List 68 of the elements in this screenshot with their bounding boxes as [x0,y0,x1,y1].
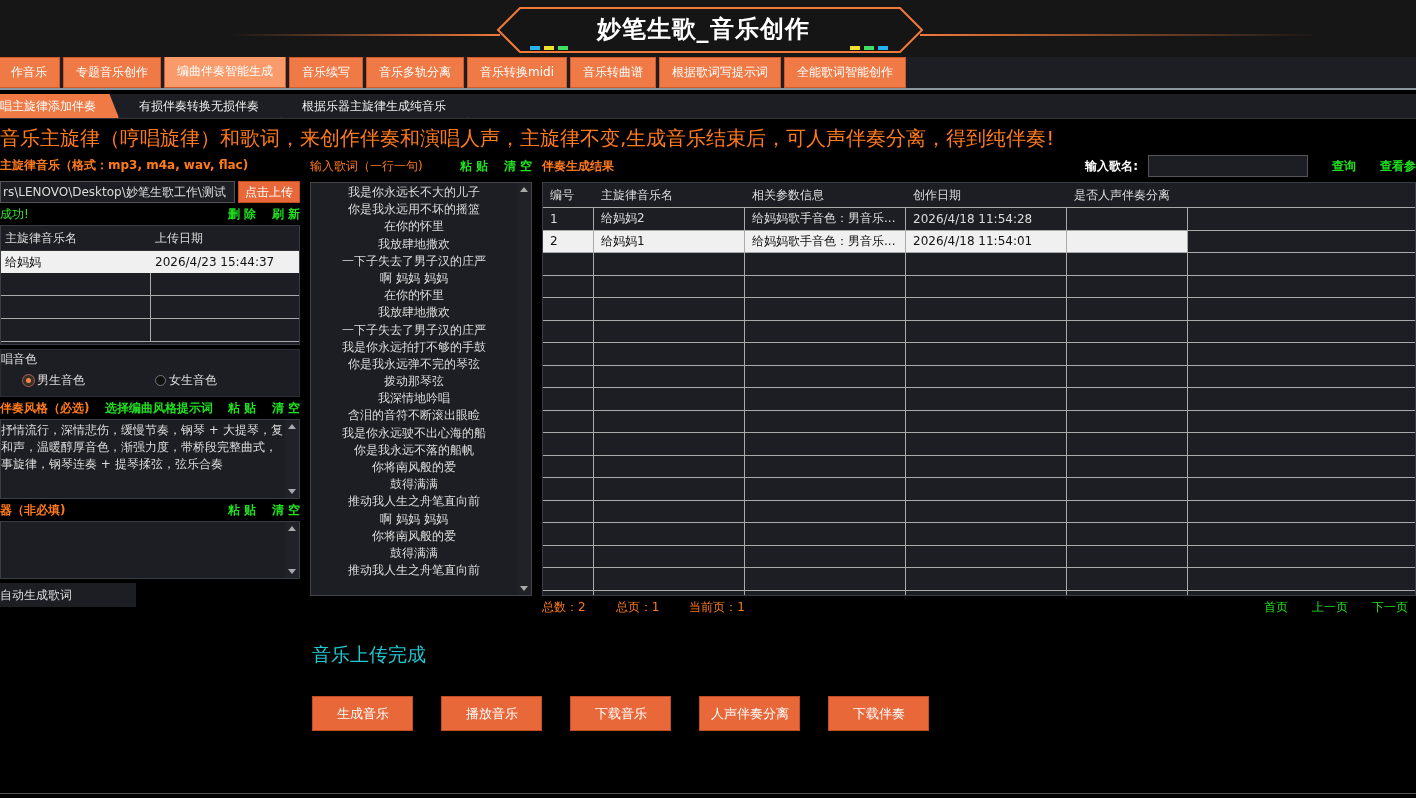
section-label: 伴奏风格（必选) [0,399,90,417]
action-link[interactable]: 清 空 [271,501,300,519]
action-link[interactable]: 删 除 [227,205,256,223]
table-row[interactable]: 1 给妈妈2 给妈妈歌手音色：男音乐... 2026/4/18 11:54:28 [543,207,1415,230]
table-cell: 2026/4/18 11:54:28 [906,208,1067,230]
column-header: 上传日期 [154,229,204,247]
radio-option[interactable]: 女生音色 [155,371,217,389]
column-header: 主旋律音乐名 [4,229,78,247]
section-label: 输入歌词（一行一句) [310,157,423,175]
scroll-down-icon[interactable] [520,586,528,591]
table-cell-text: 2026/4/23 15:44:37 [154,255,276,269]
status-message: 音乐上传完成 [312,642,427,667]
scrollbar[interactable] [517,183,531,595]
pager-link[interactable]: 首页 [1264,598,1288,616]
table-cell: 给妈妈歌手音色：男音乐... [745,208,906,230]
table-cell: 2026/4/18 11:54:01 [906,230,1067,252]
scroll-down-icon[interactable] [288,569,296,574]
lyrics-text-area[interactable]: 我是你永远长不大的儿子 你是我永远用不坏的摇篮 在你的怀里 我放肆地撒欢 一下子失去了男子汉的庄严 啊 妈妈 妈妈 在你的怀里 我放肆地撒欢 一下子失去了男子汉的庄严 我是你永远拍打不够的手鼓 你是我永远弹不完的琴弦 拨动那琴弦 我深情地吟唱 含泪的音符不断滚出眼睑 我是你永远驶不出心海的船 你是我永远不落的船帆 你将南风般的爱 鼓得满满 推动我人生之舟笔直向前 啊 妈妈 妈妈 你将南风般的爱 鼓得满满 推动我人生之舟笔直向前 [310,182,532,596]
action-link[interactable]: 粘 贴 [228,399,257,417]
action-link[interactable]: 粘 贴 [459,157,488,175]
scroll-down-icon[interactable] [288,489,296,494]
sub-tab[interactable]: 根据乐器主旋律生成纯音乐 [282,94,469,118]
style-text-area[interactable]: 抒情流行，深情悲伤，缓慢节奏，钢琴 + 大提琴，复 和声，温暖醇厚音色，渐强力度，带桥段完整曲式， 事旋律，钢琴连奏 + 提琴揉弦，弦乐合奏 [0,419,300,499]
column-header: 相关参数信息 [751,186,825,204]
column-header: 创作日期 [912,186,962,204]
status-text: 成功! [0,205,29,223]
section-label: 器（非必填) [0,501,66,519]
scroll-up-icon[interactable] [288,424,296,429]
radio-icon[interactable] [23,374,34,386]
pager-link[interactable]: 下一页 [1372,598,1408,616]
scroll-up-icon[interactable] [520,187,528,192]
action-link[interactable]: 粘 贴 [227,501,256,519]
section-label: 主旋律音乐（格式：mp3, m4a, wav, flac) [0,157,250,174]
section-label: 伴奏生成结果 [542,157,614,175]
headline: 音乐主旋律（哼唱旋律）和歌词，来创作伴奏和演唱人声，主旋律不变,生成音乐结束后，可人声伴奏分离，得到纯伴奏! [0,125,1056,152]
scroll-up-icon[interactable] [288,526,296,531]
scrollbar[interactable] [285,420,299,498]
scrollbar[interactable] [285,522,299,578]
window-title: 妙笔生歌_音乐创作 [596,13,810,45]
table-cell: 2 [543,230,594,252]
column-header: 编号 [549,186,575,204]
group-label: 唱音色 [1,351,38,368]
action-link[interactable]: 清 空 [271,399,300,417]
radio-option[interactable]: 男生音色 [23,371,85,389]
current-page: 当前页：1 [689,598,745,616]
table-row[interactable]: 给妈妈 2026/4/23 15:44:37 [1,251,299,273]
table-row[interactable]: 2 给妈妈1 给妈妈歌手音色：男音乐... 2026/4/18 11:54:01 [543,229,1415,252]
pager-link[interactable]: 上一页 [1312,598,1348,616]
file-path-field[interactable]: rs\LENOVO\Desktop\妙笔生歌工作\测试 [0,181,235,203]
search-link[interactable]: 查询 [1332,157,1356,175]
auto-lyrics-button[interactable]: 自动生成歌词 [0,583,136,607]
total-count: 总数：2 [542,598,586,616]
column-header: 主旋律音乐名 [600,186,674,204]
action-link[interactable]: 清 空 [503,157,532,175]
table-cell: 给妈妈1 [594,230,745,252]
action-link[interactable]: 刷 新 [271,205,300,223]
column-header: 是否人声伴奏分离 [1073,186,1171,204]
table-cell: 给妈妈2 [594,208,745,230]
search-label: 输入歌名: [1085,157,1138,175]
table-cell-text: 给妈妈 [4,253,42,271]
table-cell: 1 [543,208,594,230]
sub-tab[interactable]: 有损伴奏转换无损伴奏 [119,94,282,118]
search-field[interactable] [1148,155,1308,177]
page-count: 总页：1 [615,598,660,616]
table-cell: 给妈妈歌手音色：男音乐... [745,230,906,252]
view-link[interactable]: 查看参 [1380,157,1416,175]
radio-icon[interactable] [155,374,166,386]
hint-link[interactable]: 选择编曲风格提示词 [104,399,213,417]
